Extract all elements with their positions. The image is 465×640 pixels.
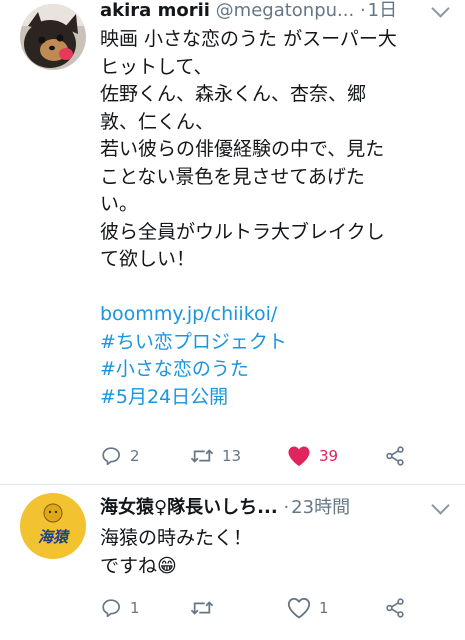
retweet-icon: [190, 449, 214, 463]
tweet-header: akira morii @megatonpu... · 1日: [100, 0, 455, 22]
retweet-count: 13: [222, 447, 242, 465]
tweet-actions: 2 13 39: [100, 444, 440, 468]
tweet-text-line: 敦、仁くん、: [100, 110, 215, 133]
url-link[interactable]: boommy.jp/chiikoi/: [100, 301, 435, 329]
tweet-text: 海猿の時みたく！ ですね😁: [100, 525, 435, 580]
tweet-text-line: 映画 小さな恋のうた がスーパー大: [100, 28, 397, 50]
tweet-text-line: 海猿の時みたく！: [100, 527, 253, 549]
tweet-header: 海女猿♀隊長いしち... · 23時間: [100, 497, 455, 519]
separator-dot: ·: [359, 0, 366, 21]
display-name[interactable]: akira morii: [100, 0, 210, 21]
heart-filled-icon: [288, 446, 310, 466]
retweet-icon: [190, 601, 214, 615]
tweet-text-line: て欲しい！: [100, 248, 196, 270]
tweet-text-line: 佐野くん、森永くん、杏奈、郷: [100, 83, 367, 105]
reply-count: 2: [130, 447, 140, 465]
tweet-text-line: ことない景色を見させてあげた: [100, 165, 365, 188]
hashtag-link[interactable]: #ちい恋プロジェクト: [100, 329, 435, 357]
avatar[interactable]: [20, 4, 86, 70]
timestamp[interactable]: 23時間: [291, 497, 350, 518]
hashtag-link[interactable]: #小さな恋のうた: [100, 356, 435, 384]
separator-dot: ·: [283, 497, 290, 518]
tweet-text-line: ヒットして、: [100, 55, 213, 78]
tweet-text-line: 若い彼らの俳優経験の中で、見た: [100, 138, 385, 160]
share-icon: [386, 446, 404, 466]
retweet-button[interactable]: [190, 596, 214, 620]
heart-icon: [287, 597, 311, 619]
tweet[interactable]: akira morii @megatonpu... · 1日 映画 小さな恋のうた…: [0, 0, 465, 484]
like-button[interactable]: 1: [287, 596, 329, 620]
tweet-text-line: 彼ら全員がウルトラ大ブレイクし: [100, 220, 385, 243]
tweet-actions: 1 1: [100, 596, 440, 620]
tweet-text-line: ですね😁: [100, 554, 177, 577]
avatar-logo-text: 海猿: [38, 528, 70, 546]
tweet[interactable]: 海猿 海女猿♀隊長いしち... · 23時間 海猿の時みたく！ ですね😁 1 1: [0, 485, 465, 640]
reply-icon: [102, 447, 120, 466]
display-name[interactable]: 海女猿♀隊長いしち...: [100, 497, 278, 518]
share-icon: [386, 598, 404, 618]
reply-button[interactable]: 1: [100, 596, 140, 620]
share-button[interactable]: [384, 444, 406, 468]
like-count: 1: [319, 599, 329, 617]
share-button[interactable]: [384, 596, 406, 620]
hashtag-link[interactable]: #5月24日公開: [100, 384, 435, 412]
retweet-button[interactable]: 13: [190, 444, 241, 468]
reply-count: 1: [130, 599, 140, 617]
like-count: 39: [319, 447, 339, 465]
reply-button[interactable]: 2: [100, 444, 140, 468]
avatar[interactable]: 海猿: [20, 493, 86, 559]
tweet-text: 映画 小さな恋のうた がスーパー大 ヒットして、 佐野くん、森永くん、杏奈、郷 …: [100, 26, 435, 411]
reply-icon: [102, 599, 120, 618]
tweet-text-line: い。: [100, 193, 139, 215]
user-handle[interactable]: @megatonpu...: [216, 0, 355, 21]
like-button[interactable]: 39: [287, 444, 338, 468]
timestamp[interactable]: 1日: [368, 0, 397, 21]
